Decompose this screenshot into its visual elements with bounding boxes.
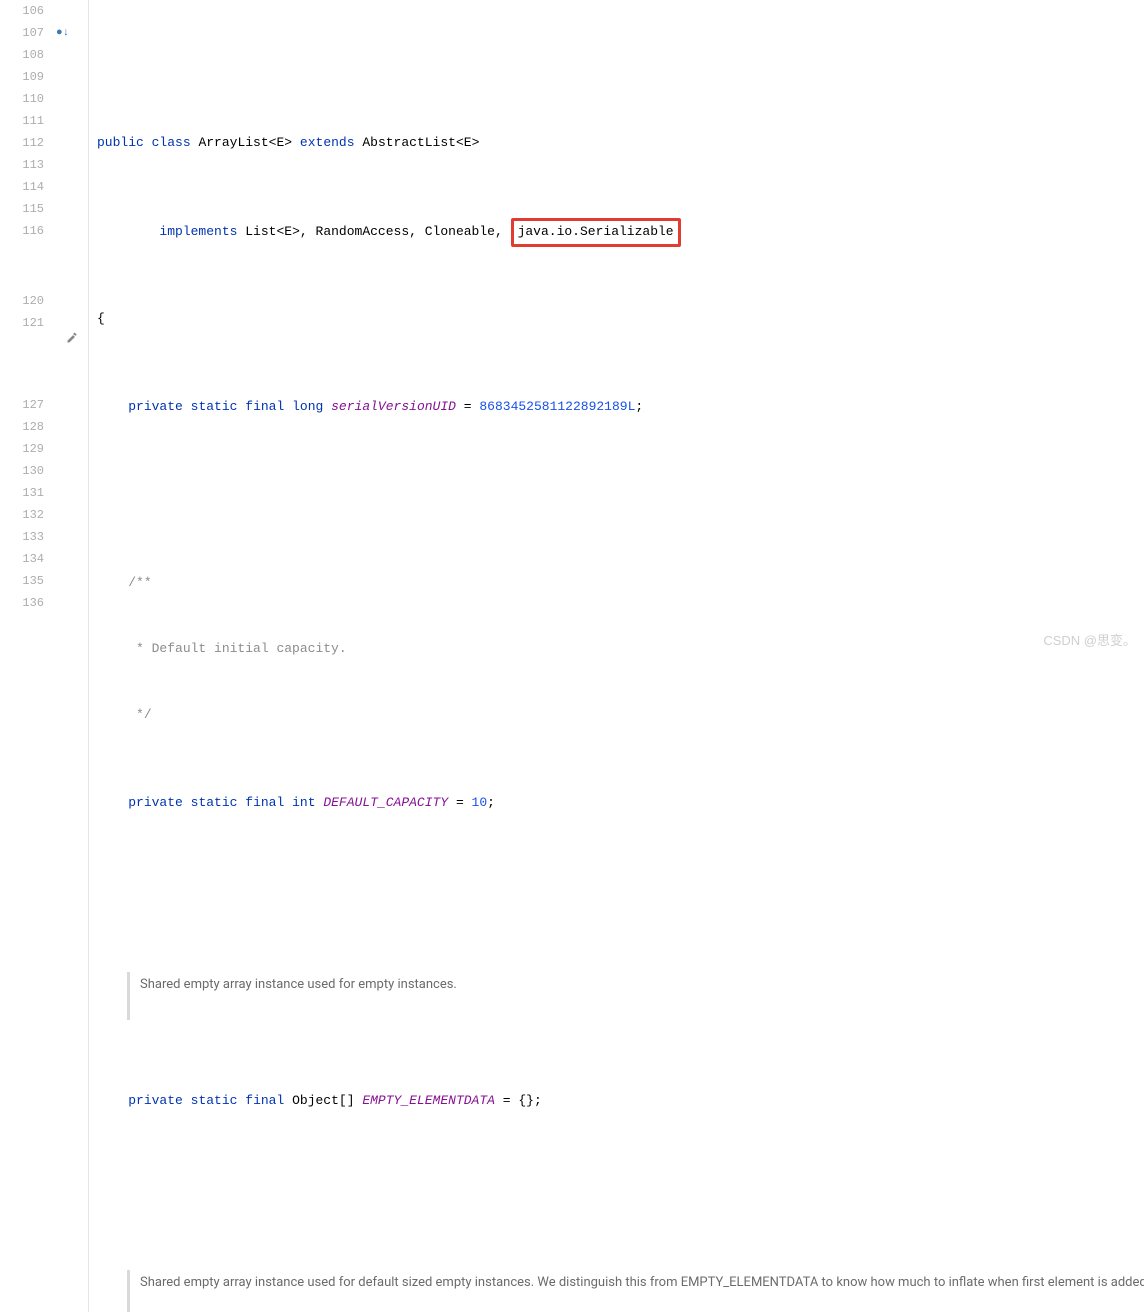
override-marker-icon[interactable]: ●↓ <box>56 22 69 44</box>
code-line <box>97 880 1144 902</box>
code-line: private static final int DEFAULT_CAPACIT… <box>97 792 1144 814</box>
code-editor[interactable]: 106 107 108 109 110 111 112 113 114 115 … <box>0 0 1144 1312</box>
line-number <box>0 334 44 394</box>
line-number: 131 <box>0 482 44 504</box>
line-number: 127 <box>0 394 44 416</box>
code-line <box>97 484 1144 506</box>
line-number: 135 <box>0 570 44 592</box>
line-number: 107 <box>0 22 44 44</box>
doc-text: Shared empty array instance used for def… <box>140 1270 780 1312</box>
line-number: 136 <box>0 592 44 614</box>
code-area[interactable]: public class ArrayList<E> extends Abstra… <box>89 0 1144 1312</box>
code-line <box>97 1178 1144 1200</box>
gutter: 106 107 108 109 110 111 112 113 114 115 … <box>0 0 52 1312</box>
line-number: 121 <box>0 312 44 334</box>
line-number: 106 <box>0 0 44 22</box>
doc-text: Shared empty array instance used for emp… <box>140 972 457 1020</box>
line-number: 132 <box>0 504 44 526</box>
highlight-box-serializable: java.io.Serializable <box>511 218 681 247</box>
line-number: 133 <box>0 526 44 548</box>
line-number: 112 <box>0 132 44 154</box>
doc-bar <box>127 972 130 1020</box>
code-line: private static final Object[] EMPTY_ELEM… <box>97 1090 1144 1112</box>
line-number: 130 <box>0 460 44 482</box>
code-line: { <box>97 308 1144 330</box>
line-number <box>0 614 44 662</box>
code-line: /** <box>97 572 1144 594</box>
line-number: 111 <box>0 110 44 132</box>
code-line: * Default initial capacity. <box>97 638 1144 660</box>
folded-doc-block[interactable]: Shared empty array instance used for emp… <box>97 972 1144 1020</box>
line-number: 108 <box>0 44 44 66</box>
marker-column: ●↓ <box>52 0 88 1312</box>
line-number: 110 <box>0 88 44 110</box>
line-number: 116 <box>0 220 44 242</box>
code-line <box>97 44 1144 66</box>
line-number: 129 <box>0 438 44 460</box>
code-line: public class ArrayList<E> extends Abstra… <box>97 132 1144 154</box>
line-number: 134 <box>0 548 44 570</box>
line-number: 120 <box>0 290 44 312</box>
code-line: */ <box>97 704 1144 726</box>
watermark: CSDN @思变。 <box>1043 630 1136 652</box>
code-line: private static final long serialVersionU… <box>97 396 1144 418</box>
pencil-icon[interactable] <box>66 330 78 352</box>
line-number: 109 <box>0 66 44 88</box>
line-number <box>0 242 44 290</box>
line-number: 114 <box>0 176 44 198</box>
line-number: 128 <box>0 416 44 438</box>
line-number: 115 <box>0 198 44 220</box>
folded-doc-block[interactable]: Shared empty array instance used for def… <box>97 1270 1144 1312</box>
doc-bar <box>127 1270 130 1312</box>
line-number: 113 <box>0 154 44 176</box>
code-line: implements List<E>, RandomAccess, Clonea… <box>97 220 1144 242</box>
